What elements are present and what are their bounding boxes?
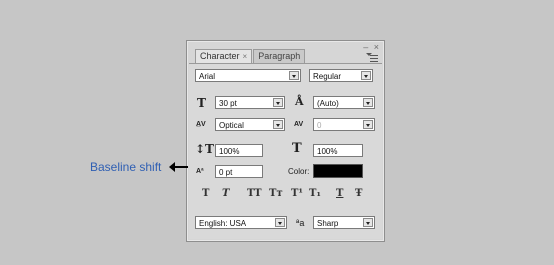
chevron-down-icon	[361, 71, 371, 80]
language-value: English: USA	[199, 219, 247, 228]
tab-paragraph[interactable]: Paragraph	[253, 49, 306, 63]
baseline-shift-field[interactable]: 0 pt	[215, 165, 263, 178]
vertical-scale-value: 100%	[219, 147, 240, 156]
baseline-shift-value: 0 pt	[219, 168, 233, 177]
font-size-value: 30 pt	[219, 99, 237, 108]
chevron-down-icon	[273, 98, 283, 107]
baseline-shift-annotation: Baseline shift	[90, 160, 162, 174]
strikethrough-button[interactable]: Ŧ	[355, 188, 362, 200]
leading-icon: Å	[295, 95, 304, 108]
arrow-left-icon	[169, 162, 188, 172]
chevron-down-icon	[363, 98, 373, 107]
tab-character-label: Character	[200, 51, 240, 61]
chevron-down-icon	[363, 218, 373, 227]
window-controls: – ×	[363, 42, 379, 52]
subscript-button[interactable]: T₁	[309, 188, 321, 200]
horizontal-scale-icon: T	[292, 141, 302, 156]
faux-italic-button[interactable]: T	[222, 188, 229, 200]
kerning-icon: A̲V	[196, 121, 206, 128]
font-size-dropdown[interactable]: 30 pt	[215, 96, 285, 109]
panel-menu-icon[interactable]	[366, 53, 378, 63]
leading-dropdown[interactable]: (Auto)	[313, 96, 375, 109]
leading-value: (Auto)	[317, 99, 339, 108]
baseline-shift-icon: Aª	[196, 168, 204, 175]
tab-paragraph-label: Paragraph	[258, 51, 301, 61]
horizontal-scale-value: 100%	[317, 147, 338, 156]
character-panel: – × Character × Paragraph Arial Regular …	[186, 40, 385, 242]
horizontal-scale-field[interactable]: 100%	[313, 144, 363, 157]
font-style-value: Regular	[313, 72, 342, 81]
underline-button[interactable]: T	[336, 188, 343, 200]
language-dropdown[interactable]: English: USA	[195, 216, 287, 229]
font-style-dropdown[interactable]: Regular	[309, 69, 373, 82]
superscript-button[interactable]: T¹	[291, 188, 303, 200]
tab-bar: Character × Paragraph	[195, 49, 306, 63]
kerning-value: Optical	[219, 121, 244, 130]
tracking-dropdown[interactable]: 0	[313, 118, 375, 131]
font-family-dropdown[interactable]: Arial	[195, 69, 301, 82]
antialias-value: Sharp	[317, 219, 339, 228]
chevron-down-icon	[275, 218, 285, 227]
chevron-down-icon	[273, 120, 283, 129]
chevron-down-icon	[363, 120, 373, 129]
size-icon: T	[197, 96, 206, 110]
color-swatch[interactable]	[313, 164, 363, 178]
small-caps-button[interactable]: Tт	[269, 188, 283, 200]
vertical-scale-icon: ↕T	[195, 142, 214, 156]
font-family-value: Arial	[199, 72, 216, 81]
antialias-icon: ªa	[296, 218, 305, 228]
faux-bold-button[interactable]: T	[202, 188, 209, 200]
close-button[interactable]: ×	[374, 42, 379, 52]
vertical-scale-field[interactable]: 100%	[215, 144, 263, 157]
kerning-dropdown[interactable]: Optical	[215, 118, 285, 131]
chevron-down-icon	[289, 71, 299, 80]
tab-character[interactable]: Character ×	[195, 49, 253, 63]
tab-close-icon[interactable]: ×	[243, 50, 248, 63]
antialias-dropdown[interactable]: Sharp	[313, 216, 375, 229]
all-caps-button[interactable]: TT	[247, 188, 262, 200]
minimize-button[interactable]: –	[363, 42, 368, 52]
tracking-icon: AV	[294, 121, 304, 128]
color-label: Color:	[288, 167, 310, 176]
tracking-value: 0	[317, 121, 322, 130]
